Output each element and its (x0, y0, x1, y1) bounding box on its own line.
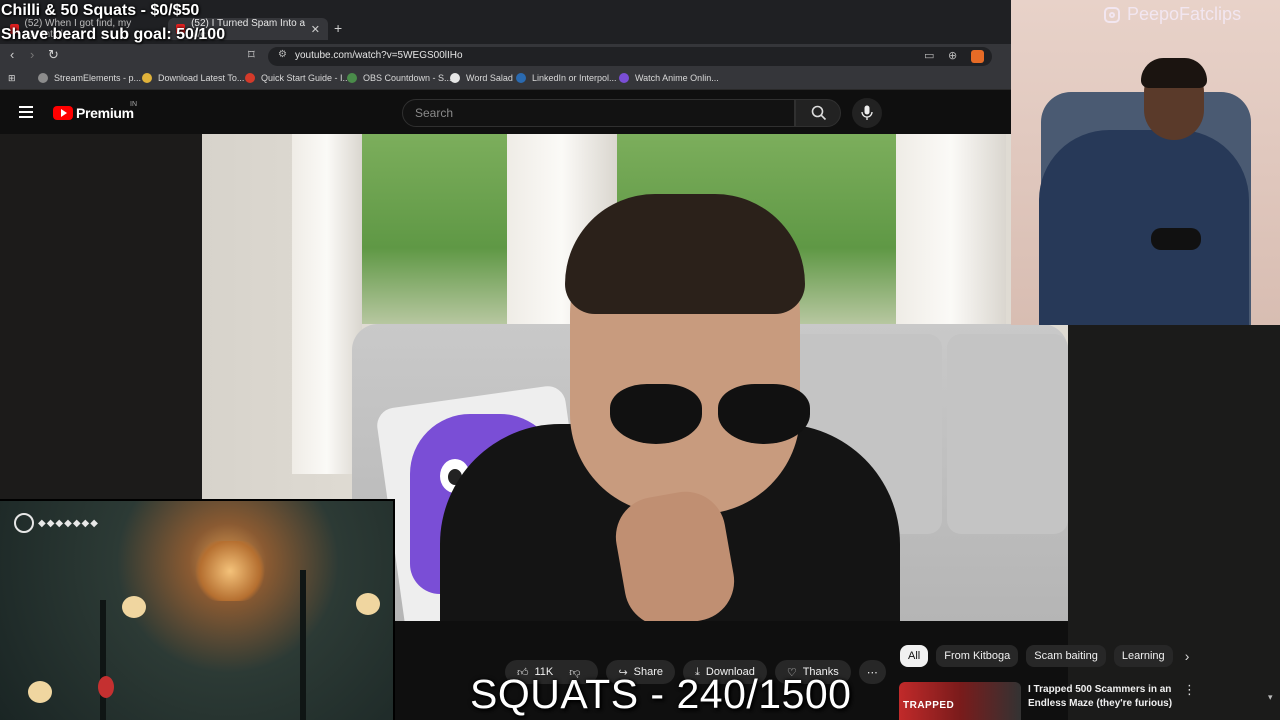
cast-icon[interactable]: ▭ (924, 49, 934, 62)
bookmark-item[interactable]: LinkedIn or Interpol... (516, 73, 617, 83)
back-arrow-icon[interactable]: ‹ (10, 47, 14, 62)
instagram-handle: PeepoFatclips (1104, 4, 1241, 25)
bookmark-label: LinkedIn or Interpol... (532, 73, 617, 83)
search-box (402, 99, 795, 127)
url-text[interactable]: youtube.com/watch?v=5WEGS00lIHo (295, 50, 463, 61)
game-enemy (28, 681, 52, 703)
game-hud: ◆ ◆ ◆ ◆ ◆ ◆ ◆ (14, 513, 99, 533)
game-pillar (300, 570, 306, 720)
game-controller (1151, 228, 1201, 250)
sub-goal-overlay: Shave beard sub goal: 50/100 (1, 26, 226, 43)
health-mask-icon: ◆ (38, 517, 46, 529)
health-mask-icon: ◆ (90, 517, 98, 529)
site-info-icon[interactable]: ⚙ (278, 49, 287, 60)
region-code: IN (130, 101, 137, 108)
bookmark-label: Word Salad (466, 73, 513, 83)
search-input[interactable] (415, 100, 785, 126)
soul-orb-icon (14, 513, 34, 533)
browser-nav-bar: ‹ › ↻ ⌑ ⚙ youtube.com/watch?v=5WEGS00lIH… (0, 44, 1012, 68)
chip-learning[interactable]: Learning (1113, 645, 1173, 667)
instagram-icon (1104, 6, 1120, 23)
game-enemy (356, 593, 380, 615)
streamer-body (1039, 130, 1249, 325)
chip-all[interactable]: All (900, 645, 929, 667)
health-mask-icon: ◆ (81, 517, 90, 529)
thumbnail-text: TRAPPED (903, 700, 955, 711)
chevron-right-icon[interactable]: › (1185, 648, 1190, 664)
chip-from-kitboga[interactable]: From Kitboga (936, 645, 1019, 667)
squat-counter-overlay: SQUATS - 240/1500 (470, 671, 852, 717)
player-character (98, 676, 114, 698)
favicon-icon (142, 73, 152, 83)
bookmark-label: OBS Countdown - S... (363, 73, 452, 83)
bookmarks-bar: ⊞ StreamElements - p... Download Latest … (0, 68, 1012, 90)
health-mask-icon: ◆ (72, 517, 81, 529)
favicon-icon (450, 73, 460, 83)
streamer-facecam (1011, 0, 1280, 325)
bookmark-item[interactable]: Download Latest To... (142, 73, 244, 83)
sunglasses-lens (610, 384, 702, 444)
favicon-icon (516, 73, 526, 83)
chandelier (190, 541, 270, 601)
brave-shield-icon[interactable] (971, 50, 984, 63)
menu-icon[interactable] (19, 106, 33, 118)
youtube-logo-icon[interactable] (53, 106, 73, 120)
bookmark-label: Quick Start Guide - I... (261, 73, 351, 83)
sunglasses (600, 384, 820, 444)
bookmark-item[interactable]: Quick Start Guide - I... (245, 73, 350, 83)
more-vert-icon[interactable]: ⋮ (1183, 682, 1196, 698)
chip-scam-baiting[interactable]: Scam baiting (1026, 645, 1106, 667)
forward-arrow-icon[interactable]: › (30, 47, 34, 62)
instagram-username: PeepoFatclips (1127, 4, 1242, 24)
bookmark-item[interactable]: StreamElements - p... (38, 73, 141, 83)
plus-icon[interactable]: + (334, 20, 342, 36)
premium-wordmark[interactable]: Premium (76, 105, 134, 121)
health-mask-icon: ◆ (46, 517, 55, 529)
presenter (400, 194, 900, 621)
sunglasses-lens (718, 384, 810, 444)
close-tab-icon[interactable]: ✕ (311, 23, 320, 36)
sofa-cushion (947, 334, 1068, 534)
game-pillar (100, 600, 106, 720)
donation-goal-overlay: Chilli & 50 Squats - $0/$50 (1, 2, 200, 19)
bookmark-item[interactable]: Word Salad (450, 73, 513, 83)
presenter-hair (565, 194, 805, 314)
health-mask-icon: ◆ (55, 517, 64, 529)
bookmark-label: Watch Anime Onlin... (635, 73, 719, 83)
bookmark-item[interactable]: OBS Countdown - S... (347, 73, 452, 83)
favicon-icon (38, 73, 48, 83)
bookmark-label: Download Latest To... (158, 73, 245, 83)
youtube-header: Premium IN (0, 91, 1012, 134)
address-bar[interactable]: ⚙ youtube.com/watch?v=5WEGS00lIHo ▭ ⊕ (268, 47, 992, 66)
recommendation-thumbnail[interactable]: TRAPPED (899, 682, 1021, 720)
favicon-icon (245, 73, 255, 83)
microphone-icon (861, 105, 873, 120)
game-enemy (122, 596, 146, 618)
search-button[interactable] (795, 99, 841, 127)
more-actions-button[interactable]: ⋯ (858, 660, 886, 684)
recommendation-chips: All From Kitboga Scam baiting Learning › (900, 645, 1189, 667)
game-capture: ◆ ◆ ◆ ◆ ◆ ◆ ◆ (0, 499, 395, 720)
voice-search-button[interactable] (852, 98, 882, 128)
reload-icon[interactable]: ↻ (48, 47, 59, 63)
recommendation-title[interactable]: I Trapped 500 Scammers in an Endless Maz… (1028, 683, 1173, 713)
scroll-down-icon[interactable]: ▾ (1268, 692, 1273, 703)
apps-grid-icon[interactable]: ⊞ (8, 73, 16, 84)
bookmark-item[interactable]: Watch Anime Onlin... (619, 73, 719, 83)
bookmark-label: StreamElements - p... (54, 73, 142, 83)
streamer-hair (1141, 58, 1207, 88)
health-mask-icon: ◆ (64, 517, 72, 529)
more-icon: ⋯ (866, 666, 878, 679)
search-icon (811, 105, 827, 121)
zoom-icon[interactable]: ⊕ (948, 49, 957, 62)
favicon-icon (619, 73, 629, 83)
favicon-icon (347, 73, 357, 83)
bookmark-icon[interactable]: ⌑ (248, 47, 255, 63)
